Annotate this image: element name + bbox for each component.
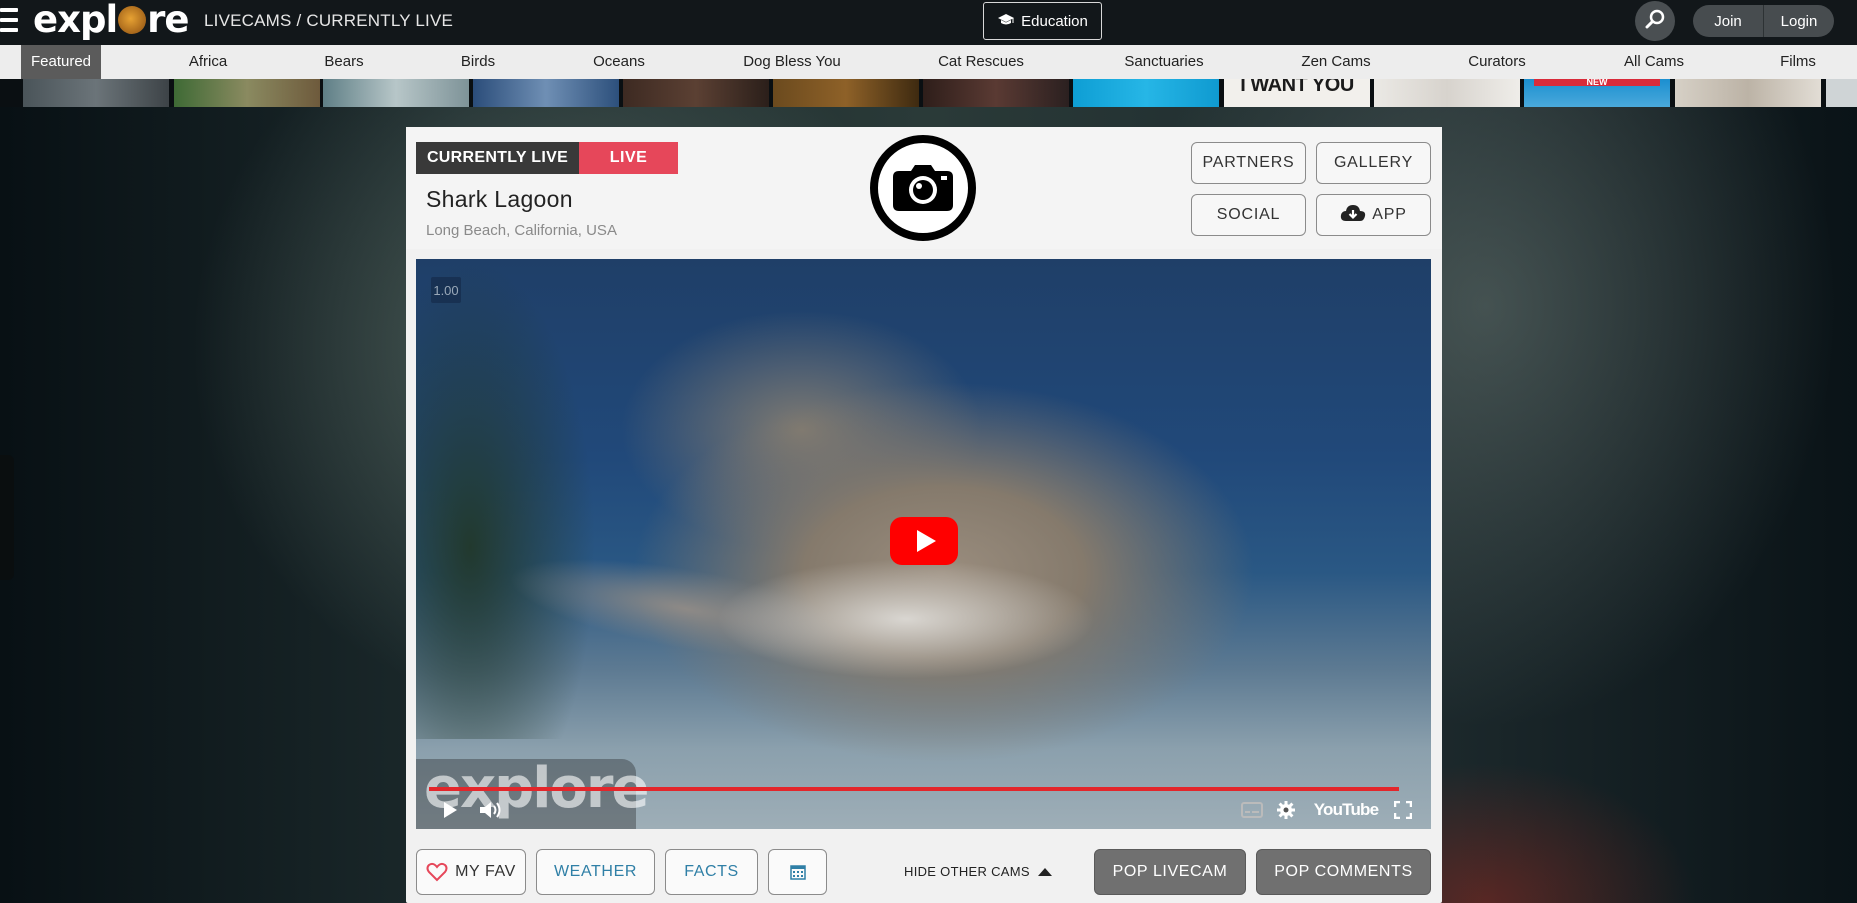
cam-title: Shark Lagoon xyxy=(426,186,573,212)
pop-livecam-button[interactable]: POP LIVECAM xyxy=(1094,849,1246,895)
cam-thumbnail-strip: I WANT YOU NEW xyxy=(0,79,1857,107)
cam-thumbnail[interactable] xyxy=(923,79,1069,107)
livecam-header: CURRENTLY LIVE LIVE Shark Lagoon Long Be… xyxy=(406,127,1442,249)
cam-thumbnail[interactable] xyxy=(1374,79,1520,107)
category-curators[interactable]: Curators xyxy=(1462,45,1532,79)
currently-live-label: CURRENTLY LIVE xyxy=(416,142,579,174)
category-sanctuaries[interactable]: Sanctuaries xyxy=(1119,45,1209,79)
currently-live-badge: CURRENTLY LIVE LIVE xyxy=(416,142,678,174)
new-badge: NEW xyxy=(1534,79,1660,87)
app-label: APP xyxy=(1372,206,1407,223)
social-button[interactable]: SOCIAL xyxy=(1191,194,1306,236)
facts-button[interactable]: FACTS xyxy=(665,849,758,895)
cam-thumbnail[interactable] xyxy=(174,79,320,107)
gallery-button[interactable]: GALLERY xyxy=(1316,142,1431,184)
livecam-panel: CURRENTLY LIVE LIVE Shark Lagoon Long Be… xyxy=(406,127,1442,903)
site-logo[interactable]: expl re xyxy=(33,0,189,41)
hide-other-cams-toggle[interactable]: HIDE OTHER CAMS xyxy=(904,864,1052,879)
playback-speed: 1.00 xyxy=(431,277,461,303)
caret-up-icon xyxy=(1037,867,1052,876)
login-button[interactable]: Login xyxy=(1763,5,1834,37)
settings-gear-icon[interactable] xyxy=(1274,797,1298,823)
calendar-icon xyxy=(789,864,806,880)
camera-icon xyxy=(870,135,976,241)
live-indicator: LIVE xyxy=(579,142,678,174)
progress-bar[interactable] xyxy=(429,787,1399,791)
search-button[interactable] xyxy=(1635,1,1675,41)
play-icon[interactable] xyxy=(438,797,462,823)
thumbnail-caption: I WANT YOU xyxy=(1240,79,1354,96)
cam-thumbnail[interactable] xyxy=(323,79,469,107)
education-label: Education xyxy=(1021,12,1088,30)
top-bar: expl re LIVECAMS / CURRENTLY LIVE Educati… xyxy=(0,0,1857,45)
cam-thumbnail[interactable] xyxy=(1675,79,1821,107)
logo-globe-icon xyxy=(118,6,147,34)
cam-thumbnail[interactable] xyxy=(773,79,919,107)
join-button[interactable]: Join xyxy=(1693,5,1763,37)
video-frame-rocks xyxy=(416,259,596,739)
cam-thumbnail[interactable] xyxy=(473,79,619,107)
cam-thumbnail[interactable] xyxy=(23,79,169,107)
youtube-logo[interactable]: YouTube xyxy=(1314,797,1379,823)
video-frame-shark xyxy=(716,559,1096,679)
fullscreen-icon[interactable] xyxy=(1391,797,1415,823)
category-films[interactable]: Films xyxy=(1775,45,1821,79)
category-oceans[interactable]: Oceans xyxy=(585,45,653,79)
category-cat-rescues[interactable]: Cat Rescues xyxy=(934,45,1028,79)
cloud-download-icon xyxy=(1340,203,1366,228)
category-featured[interactable]: Featured xyxy=(21,45,101,79)
cam-thumbnail[interactable] xyxy=(623,79,769,107)
play-icon xyxy=(916,530,936,552)
side-drawer-tab[interactable] xyxy=(0,455,14,580)
category-bears[interactable]: Bears xyxy=(314,45,374,79)
hide-other-cams-label: HIDE OTHER CAMS xyxy=(904,864,1030,879)
cam-thumbnail[interactable] xyxy=(1073,79,1219,107)
education-button[interactable]: Education xyxy=(983,2,1102,40)
my-fav-button[interactable]: MY FAV xyxy=(416,849,526,895)
my-fav-label: MY FAV xyxy=(455,863,516,880)
volume-icon[interactable] xyxy=(478,797,504,823)
auth-buttons: Join Login xyxy=(1693,5,1834,37)
category-africa[interactable]: Africa xyxy=(176,45,240,79)
heart-icon xyxy=(426,862,448,882)
cam-thumbnail[interactable] xyxy=(1826,79,1857,107)
video-player[interactable]: 1.00 explore YouTube xyxy=(416,259,1431,829)
partners-button[interactable]: PARTNERS xyxy=(1191,142,1306,184)
youtube-play-button[interactable] xyxy=(890,517,958,565)
search-icon xyxy=(1644,8,1666,35)
captions-icon[interactable] xyxy=(1240,797,1264,823)
logo-text-start: expl xyxy=(33,0,118,41)
pop-comments-button[interactable]: POP COMMENTS xyxy=(1256,849,1431,895)
category-zen-cams[interactable]: Zen Cams xyxy=(1297,45,1375,79)
graduation-cap-icon xyxy=(997,13,1015,30)
breadcrumb: LIVECAMS / CURRENTLY LIVE xyxy=(204,11,454,30)
cam-thumbnail[interactable]: I WANT YOU xyxy=(1224,79,1370,107)
calendar-button[interactable] xyxy=(768,849,827,895)
cam-location: Long Beach, California, USA xyxy=(426,222,617,239)
category-dog-bless-you[interactable]: Dog Bless You xyxy=(737,45,847,79)
category-all-cams[interactable]: All Cams xyxy=(1619,45,1689,79)
category-birds[interactable]: Birds xyxy=(450,45,506,79)
app-button[interactable]: APP xyxy=(1316,194,1431,236)
logo-text-end: re xyxy=(147,0,189,41)
weather-button[interactable]: WEATHER xyxy=(536,849,655,895)
menu-icon[interactable] xyxy=(0,8,18,38)
category-nav: Featured Africa Bears Birds Oceans Dog B… xyxy=(0,45,1857,79)
cam-thumbnail[interactable]: NEW xyxy=(1524,79,1670,107)
